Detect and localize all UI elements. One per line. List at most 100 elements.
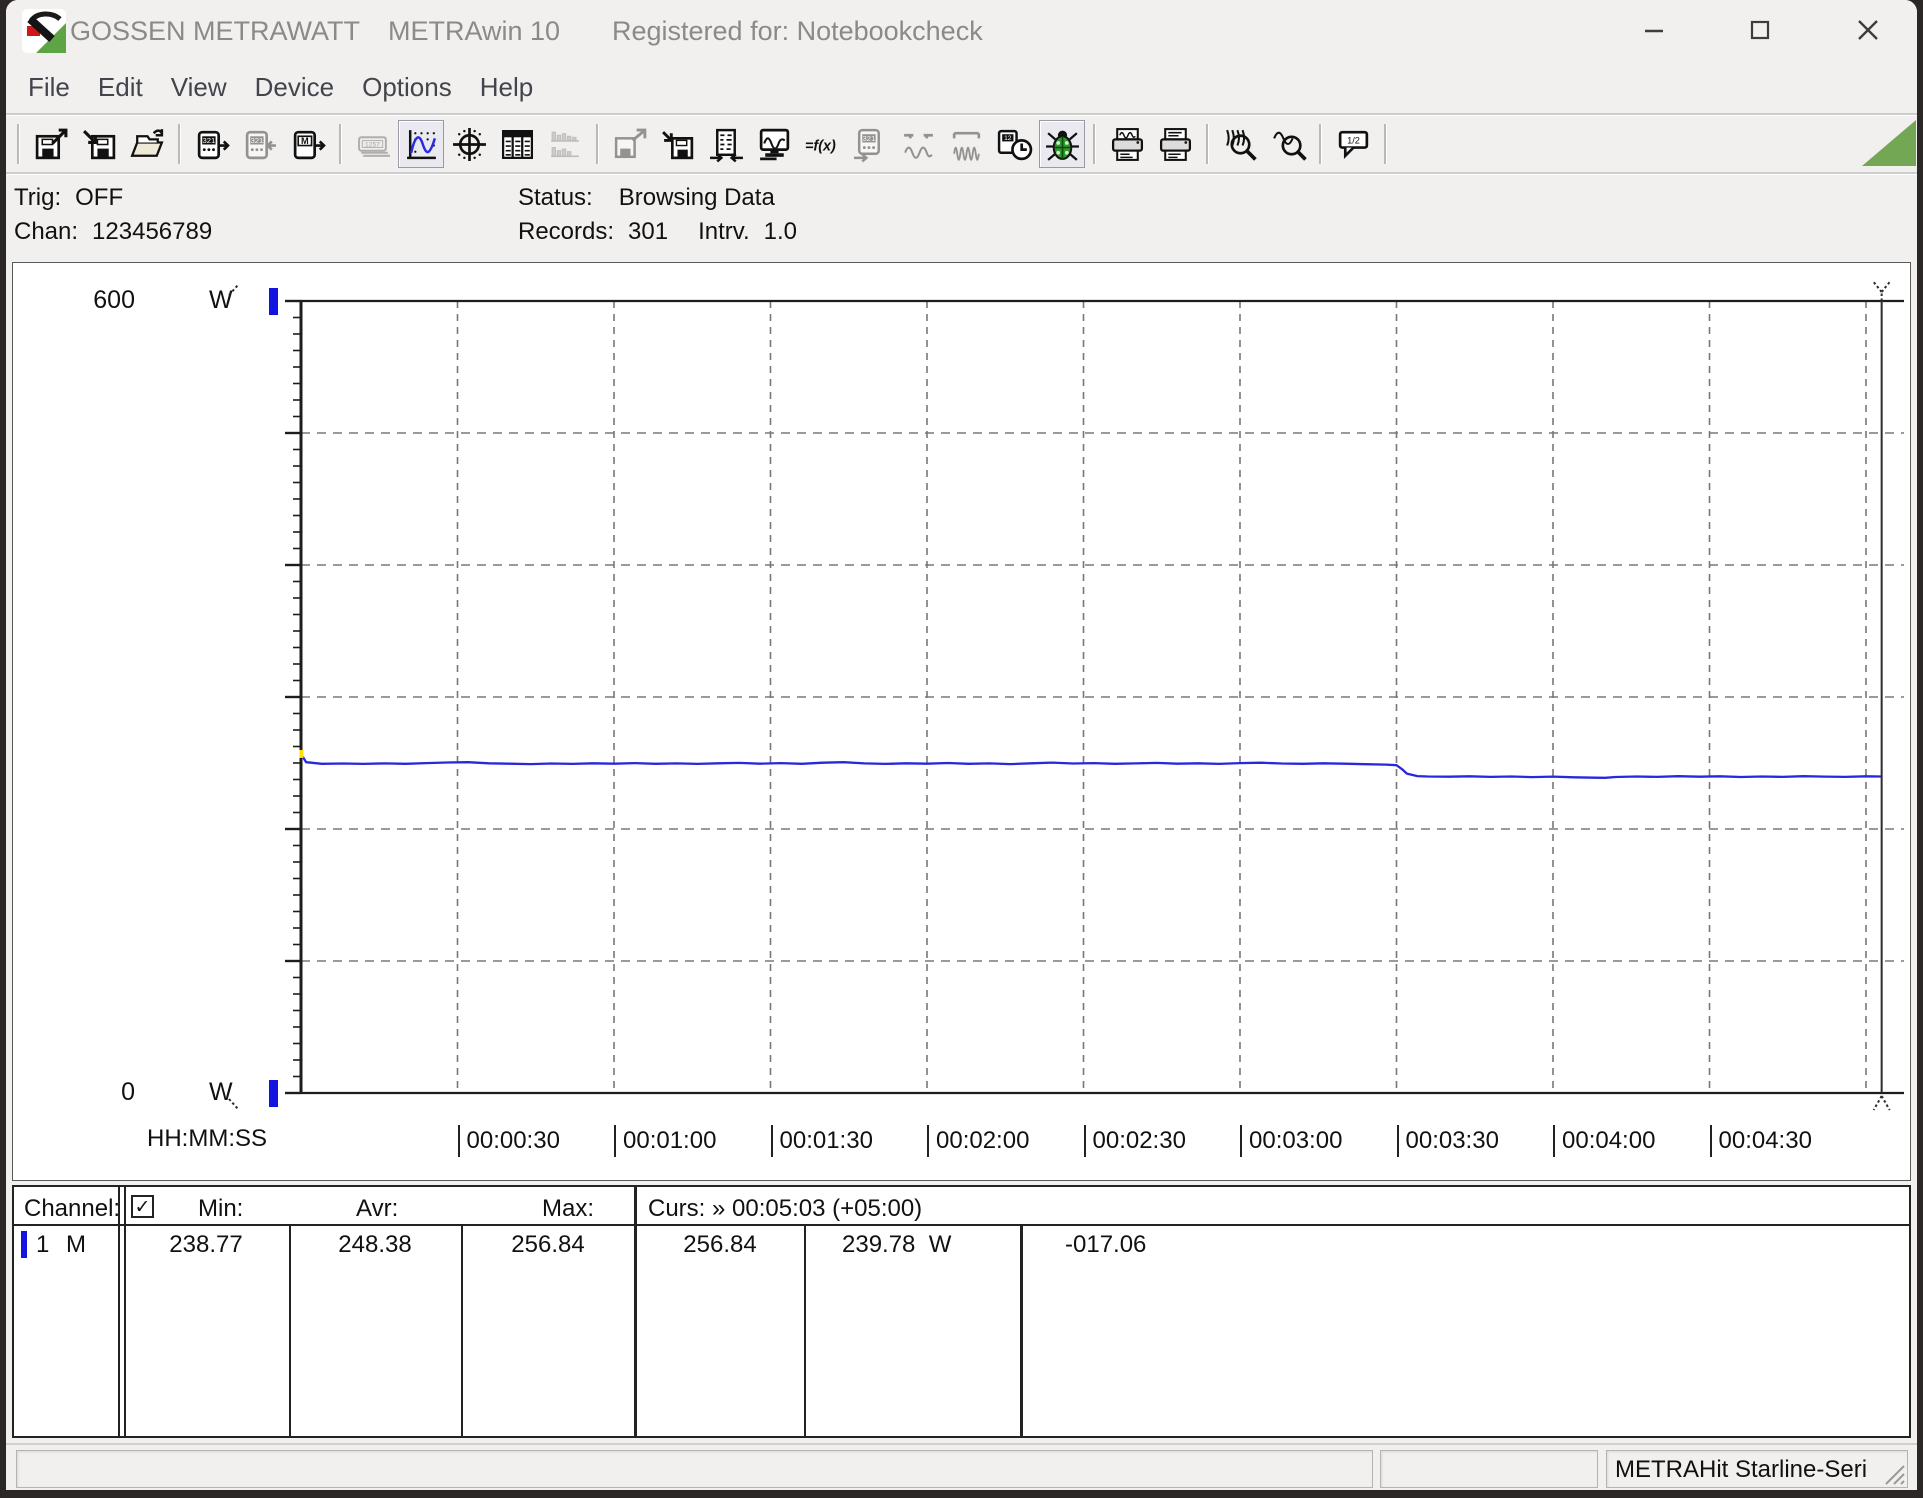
resize-grip[interactable] — [1880, 1460, 1906, 1486]
corner-resize-triangle — [1862, 120, 1916, 166]
function-fx-button[interactable]: =f(x) — [799, 120, 845, 168]
brand-title: GOSSEN METRAWATT — [70, 16, 360, 46]
wave-burst-icon — [952, 131, 980, 161]
svg-text:=f(x): =f(x) — [805, 138, 836, 154]
table-column-separator — [289, 1224, 291, 1436]
cursor1-start-marker — [299, 749, 304, 758]
records-label: Records: — [518, 218, 615, 245]
x-axis-tick-label: 00:03:00 — [1240, 1125, 1342, 1157]
channel-row-color-bar — [21, 1231, 27, 1258]
zoom-wave-icon — [1272, 131, 1307, 161]
view-chart-icon — [406, 129, 436, 159]
bug-icon — [1045, 130, 1079, 161]
x-axis-tick-label: 00:01:30 — [770, 1125, 873, 1157]
cell-cursor2-value: 239.78 W — [842, 1231, 952, 1258]
table-header-channel: Channel: — [24, 1195, 121, 1222]
power-data-line — [300, 753, 1882, 779]
interval-label: Intrv. — [698, 218, 750, 245]
chart-plot[interactable] — [13, 263, 1910, 1180]
cell-channel-number: 1 — [36, 1231, 50, 1258]
display-1257-icon: 1257 — [357, 135, 390, 157]
table-header-divider — [14, 1224, 1909, 1226]
menu-item-help[interactable]: Help — [466, 68, 547, 107]
interval-value: 1.0 — [763, 218, 798, 245]
trig-value: OFF — [75, 184, 124, 211]
print-chart-button[interactable] — [1104, 120, 1150, 168]
x-axis-tick-label: 00:04:00 — [1553, 1125, 1655, 1157]
monitor-scope-button[interactable] — [751, 120, 797, 168]
svg-text:321: 321 — [202, 135, 215, 144]
print-list-icon — [1159, 127, 1191, 161]
axis-corner-marks — [228, 284, 239, 1110]
table-header-min: Min: — [198, 1195, 244, 1222]
disk-store-button[interactable] — [655, 120, 701, 168]
chart-panel: 600 W 0 W HH:MM:SS 00:00:30 00:01:00 00:01… — [12, 262, 1911, 1181]
svg-text:321: 321 — [862, 133, 875, 142]
cell-delta-value: -017.06 — [1065, 1231, 1147, 1258]
statusbar-section-2 — [1380, 1450, 1598, 1488]
view-table-icon — [501, 129, 533, 159]
column-config-button[interactable] — [703, 120, 749, 168]
device-memory-button[interactable]: M — [285, 120, 331, 168]
x-axis-tick-label: 00:02:30 — [1083, 1125, 1186, 1157]
view-chart-button[interactable] — [398, 120, 444, 168]
menu-item-options[interactable]: Options — [348, 68, 466, 107]
view-histogram-button[interactable] — [542, 120, 588, 168]
app-logo-icon — [22, 9, 66, 53]
toolbar-separator-bottom — [6, 172, 1917, 175]
cell-cursor2-unit: W — [928, 1231, 952, 1258]
probe-wave-button[interactable] — [895, 120, 941, 168]
zoom-wave-button[interactable] — [1265, 120, 1311, 168]
device-send-321-button[interactable]: 321 — [189, 120, 235, 168]
channel-visible-checkbox[interactable]: ✓ — [131, 1195, 154, 1218]
disk-copy-button[interactable] — [607, 120, 653, 168]
x-axis-format-label: HH:MM:SS — [147, 1125, 267, 1152]
bug-button[interactable] — [1039, 120, 1085, 168]
minimize-button[interactable] — [1622, 6, 1686, 54]
x-axis-tick-label: 00:00:30 — [457, 1125, 560, 1157]
device-clock-button[interactable]: 12 — [991, 120, 1037, 168]
note-bubble-button[interactable]: 1/2 — [1330, 120, 1376, 168]
status-value: Browsing Data — [618, 184, 775, 211]
save-import-button[interactable] — [76, 120, 122, 168]
device-receive-321-button[interactable]: 321 — [237, 120, 283, 168]
save-export-icon — [35, 128, 67, 159]
disk-store-icon — [661, 130, 693, 159]
zoom-waves-button[interactable] — [1217, 120, 1263, 168]
menu-bar: File Edit View Device Options Help — [14, 62, 547, 112]
device-send-321-icon: 321 — [197, 130, 230, 159]
display-1257-button[interactable]: 1257 — [350, 120, 396, 168]
maximize-icon — [1750, 20, 1770, 40]
cell-cursor1-value: 256.84 — [683, 1231, 757, 1258]
toolbar-group-separator — [178, 124, 181, 164]
maximize-button[interactable] — [1728, 6, 1792, 54]
function-fx-icon: =f(x) — [805, 138, 836, 154]
view-table-button[interactable] — [494, 120, 540, 168]
svg-text:12: 12 — [1004, 135, 1012, 142]
save-export-button[interactable] — [28, 120, 74, 168]
trig-label: Trig: — [14, 184, 62, 211]
close-icon — [1858, 20, 1878, 40]
view-xy-button[interactable] — [446, 120, 492, 168]
status-label: Status: — [518, 184, 593, 211]
cell-max-value: 256.84 — [511, 1231, 585, 1258]
wave-burst-button[interactable] — [943, 120, 989, 168]
minimize-icon — [1645, 29, 1663, 33]
table-column-separator — [634, 1187, 637, 1436]
table-header-cursor: Curs: » 00:05:03 (+05:00) — [648, 1195, 923, 1222]
title-bar[interactable]: GOSSEN METRAWATT METRAwin 10 Registered … — [6, 0, 1917, 60]
open-folder-button[interactable] — [124, 120, 170, 168]
device-321-button[interactable]: 321 — [847, 120, 893, 168]
menu-item-edit[interactable]: Edit — [84, 68, 157, 107]
menu-item-file[interactable]: File — [14, 68, 84, 107]
toolbar-group-separator — [1384, 124, 1387, 164]
menu-item-device[interactable]: Device — [241, 68, 348, 107]
trigger-status: Trig: OFF — [14, 184, 123, 212]
print-list-button[interactable] — [1152, 120, 1198, 168]
channel-status: Chan: 123456789 — [14, 218, 212, 246]
table-column-separator — [804, 1224, 806, 1436]
menu-item-view[interactable]: View — [157, 68, 241, 107]
metrawin-window: GOSSEN METRAWATT METRAwin 10 Registered … — [6, 0, 1917, 1490]
records-value: 301 — [628, 218, 669, 245]
close-button[interactable] — [1836, 6, 1900, 54]
